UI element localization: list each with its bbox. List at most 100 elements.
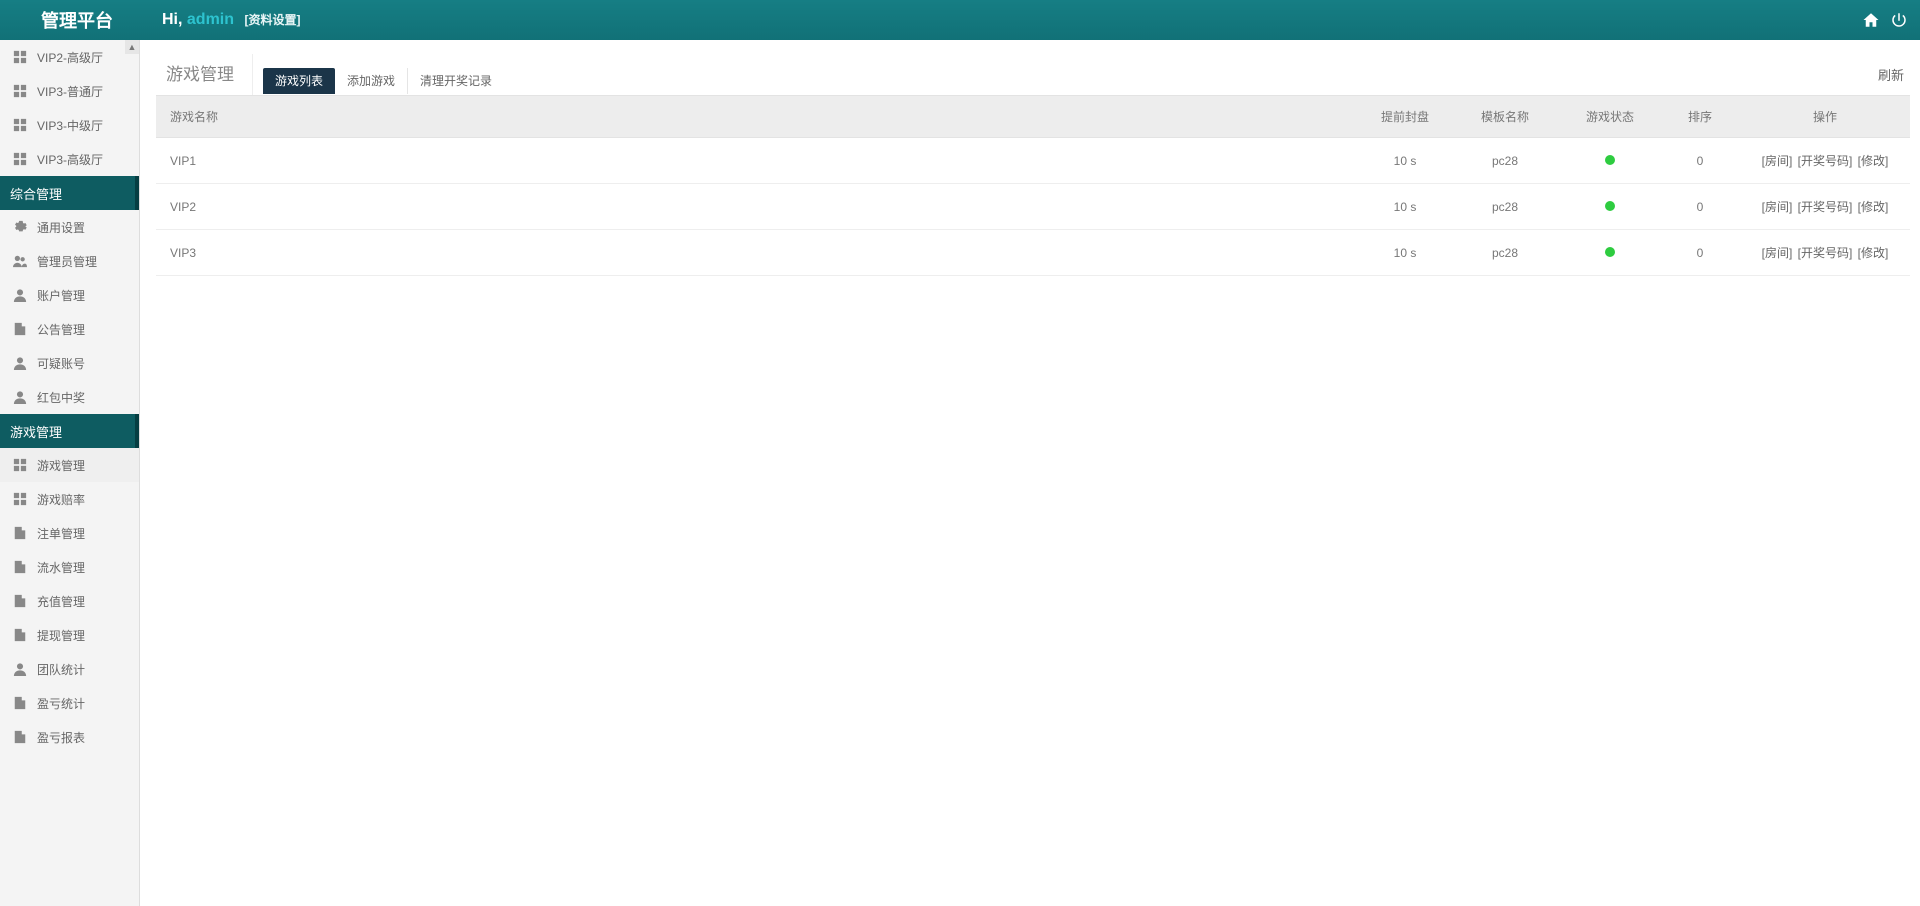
user-icon [12,662,27,677]
sidebar-item-label: 团队统计 [37,661,85,678]
cell-close: 10 s [1360,138,1450,184]
sidebar-item-label: VIP3-普通厅 [37,83,103,100]
cell-name: VIP2 [156,184,1360,230]
op-num-link[interactable]: [开奖号码] [1798,246,1853,260]
table-row: VIP310 spc28 0 [房间] [开奖号码] [修改] [156,230,1910,276]
cell-ops: [房间] [开奖号码] [修改] [1740,184,1910,230]
sidebar-item[interactable]: 盈亏报表 [0,720,139,754]
cell-sort: 0 [1660,230,1740,276]
cell-template: pc28 [1450,230,1560,276]
sidebar-item-label: 充值管理 [37,593,85,610]
table-header: 提前封盘 [1360,96,1450,138]
op-edit-link[interactable]: [修改] [1858,154,1889,168]
sidebar-item-label: 游戏赔率 [37,491,85,508]
grid-icon [12,118,27,133]
profile-settings-link[interactable]: [资料设置] [244,13,300,27]
tab-bar: 游戏列表添加游戏清理开奖记录 [263,56,504,94]
sidebar-item-label: 公告管理 [37,321,85,338]
greeting: Hi, admin [资料设置] [162,11,300,29]
sidebar-item-label: VIP3-高级厅 [37,151,103,168]
table-header: 模板名称 [1450,96,1560,138]
sidebar-item-label: 提现管理 [37,627,85,644]
sidebar-item[interactable]: 盈亏统计 [0,686,139,720]
greeting-prefix: Hi, [162,11,187,28]
home-icon[interactable] [1862,11,1880,29]
cell-state [1560,230,1660,276]
tab[interactable]: 清理开奖记录 [408,68,504,94]
cell-state [1560,184,1660,230]
user-icon [12,356,27,371]
sidebar-item-label: 可疑账号 [37,355,85,372]
sidebar-item[interactable]: 游戏赔率 [0,482,139,516]
sidebar-collapse-toggle[interactable]: ▲ [125,40,139,54]
op-num-link[interactable]: [开奖号码] [1798,154,1853,168]
sidebar-item[interactable]: 管理员管理 [0,244,139,278]
topbar: 管理平台 Hi, admin [资料设置] [0,0,1920,40]
cell-close: 10 s [1360,230,1450,276]
cell-name: VIP3 [156,230,1360,276]
sidebar-item[interactable]: 账户管理 [0,278,139,312]
sidebar-category-game[interactable]: 游戏管理 [0,414,139,448]
sidebar-item-label: 管理员管理 [37,253,97,270]
doc-icon [12,628,27,643]
cell-sort: 0 [1660,138,1740,184]
user-icon [12,288,27,303]
sidebar-item[interactable]: 提现管理 [0,618,139,652]
sidebar-item-label: 红包中奖 [37,389,85,406]
main-content: 游戏管理 游戏列表添加游戏清理开奖记录 刷新 游戏名称提前封盘模板名称游戏状态排… [140,40,1920,906]
sidebar-item[interactable]: 可疑账号 [0,346,139,380]
sidebar-item[interactable]: VIP3-高级厅 [0,142,139,176]
sidebar-item[interactable]: 通用设置 [0,210,139,244]
cell-name: VIP1 [156,138,1360,184]
sidebar-item[interactable]: 游戏管理 [0,448,139,482]
op-room-link[interactable]: [房间] [1762,246,1793,260]
status-dot-icon [1605,247,1615,257]
cell-ops: [房间] [开奖号码] [修改] [1740,138,1910,184]
sidebar-item[interactable]: 红包中奖 [0,380,139,414]
status-dot-icon [1605,201,1615,211]
sidebar-item[interactable]: 充值管理 [0,584,139,618]
sidebar: ▲ VIP2-高级厅VIP3-普通厅VIP3-中级厅VIP3-高级厅 综合管理 … [0,40,140,906]
doc-icon [12,560,27,575]
cell-sort: 0 [1660,184,1740,230]
op-room-link[interactable]: [房间] [1762,200,1793,214]
sidebar-item-label: VIP3-中级厅 [37,117,103,134]
grid-icon [12,492,27,507]
table-row: VIP210 spc280[房间] [开奖号码] [修改] [156,184,1910,230]
table-header: 游戏名称 [156,96,1360,138]
sidebar-item[interactable]: 注单管理 [0,516,139,550]
sidebar-item-label: 通用设置 [37,219,85,236]
sidebar-item-label: 盈亏报表 [37,729,85,746]
brand: 管理平台 [12,7,142,33]
sidebar-item[interactable]: 团队统计 [0,652,139,686]
users-icon [12,254,27,269]
page-title: 游戏管理 [156,54,253,95]
op-room-link[interactable]: [房间] [1762,154,1793,168]
table-header: 游戏状态 [1560,96,1660,138]
sidebar-item[interactable]: VIP3-普通厅 [0,74,139,108]
table-header: 操作 [1740,96,1910,138]
sidebar-item-label: 盈亏统计 [37,695,85,712]
sidebar-item[interactable]: VIP2-高级厅 [0,40,139,74]
op-edit-link[interactable]: [修改] [1858,246,1889,260]
page-header: 游戏管理 游戏列表添加游戏清理开奖记录 刷新 [156,54,1910,96]
doc-icon [12,696,27,711]
status-dot-icon [1605,155,1615,165]
gear-icon [12,220,27,235]
power-icon[interactable] [1890,11,1908,29]
tab[interactable]: 游戏列表 [263,68,335,94]
op-edit-link[interactable]: [修改] [1858,200,1889,214]
tab[interactable]: 添加游戏 [335,68,408,94]
sidebar-category-general[interactable]: 综合管理 [0,176,139,210]
refresh-button[interactable]: 刷新 [1872,57,1910,92]
grid-icon [12,458,27,473]
game-table: 游戏名称提前封盘模板名称游戏状态排序操作 VIP110 spc280[房间] [… [156,96,1910,276]
op-num-link[interactable]: [开奖号码] [1798,200,1853,214]
sidebar-item-label: 账户管理 [37,287,85,304]
sidebar-item[interactable]: 公告管理 [0,312,139,346]
table-row: VIP110 spc280[房间] [开奖号码] [修改] [156,138,1910,184]
grid-icon [12,50,27,65]
sidebar-item[interactable]: 流水管理 [0,550,139,584]
username: admin [187,11,234,28]
sidebar-item[interactable]: VIP3-中级厅 [0,108,139,142]
